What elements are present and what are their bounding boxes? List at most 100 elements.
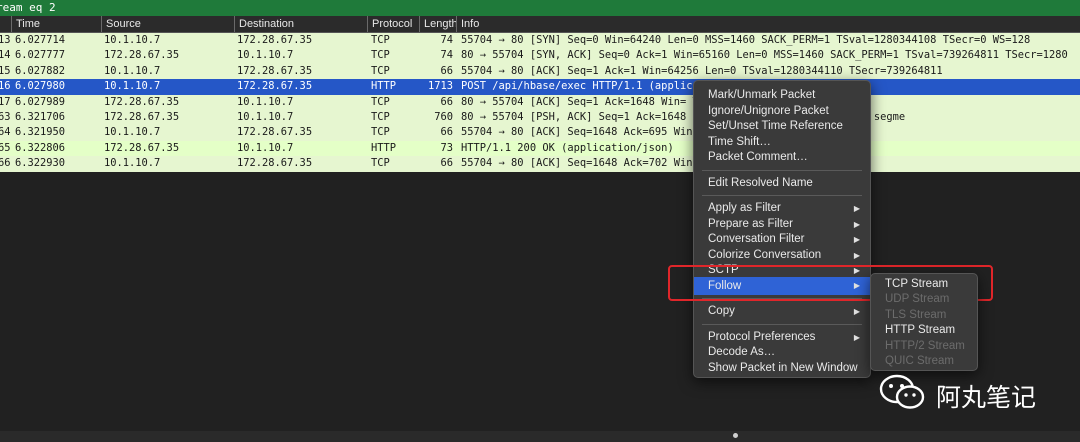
cell-time: 6.027980 [15, 80, 66, 93]
menu-item-label: Colorize Conversation [708, 248, 822, 261]
cell-source: 10.1.10.7 [104, 80, 161, 93]
menu-item-label: SCTP [708, 264, 739, 276]
menu-separator [702, 298, 862, 299]
menu-item-mark-unmark-packet[interactable]: Mark/Unmark Packet [694, 88, 870, 103]
packet-row[interactable]: 13 6.027714 10.1.10.7 172.28.67.35 TCP 74 5570… [0, 33, 1080, 49]
cell-protocol: HTTP [371, 80, 397, 93]
menu-item-set-unset-time-reference[interactable]: Set/Unset Time Reference [694, 119, 870, 134]
cell-number: 66 [0, 157, 11, 170]
column-header-length[interactable]: Length [419, 16, 456, 32]
cell-source: 172.28.67.35 [104, 49, 180, 62]
menu-item-label: Copy [708, 305, 735, 317]
cell-source: 172.28.67.35 [104, 141, 180, 154]
cell-destination: 10.1.10.7 [237, 110, 294, 123]
menu-item-label: Show Packet in New Window [708, 361, 858, 374]
menu-item-conversation-filter[interactable]: Conversation Filter ▶ [694, 232, 870, 247]
packet-row[interactable]: 66 6.322930 10.1.10.7 172.28.67.35 TCP 66 5570… [0, 156, 1080, 172]
packet-row[interactable]: 17 6.027989 172.28.67.35 10.1.10.7 TCP 66 80 →… [0, 94, 1080, 110]
cell-time: 6.322806 [15, 141, 66, 154]
submenu-item-http-2-stream[interactable]: HTTP/2 Stream [885, 340, 965, 352]
cell-protocol: TCP [371, 95, 390, 108]
cell-info: 80 → 55704 [SYN, ACK] Seq=0 Ack=1 Win=65… [461, 49, 1068, 62]
cell-destination: 172.28.67.35 [237, 157, 313, 170]
cell-number: 14 [0, 49, 11, 62]
follow-submenu: TCP Stream UDP Stream TLS Stream HTTP Strea… [870, 273, 978, 371]
cell-protocol: TCP [371, 126, 390, 139]
menu-item-label: Follow [708, 280, 742, 292]
cell-time: 6.321950 [15, 126, 66, 139]
cell-time: 6.322930 [15, 157, 66, 170]
submenu-item-http-stream[interactable]: HTTP Stream [885, 324, 955, 336]
cell-number: 16 [0, 80, 11, 93]
watermark: 阿丸笔记 [878, 372, 1036, 412]
cell-time: 6.027882 [15, 64, 66, 77]
packet-row[interactable]: 64 6.321950 10.1.10.7 172.28.67.35 TCP 66 5570… [0, 125, 1080, 141]
menu-item-apply-as-filter[interactable]: Apply as Filter ▶ [694, 201, 870, 216]
menu-item-label: Prepare as Filter [708, 217, 794, 230]
submenu-arrow-icon: ▶ [853, 281, 860, 290]
menu-item-protocol-preferences[interactable]: Protocol Preferences ▶ [694, 330, 870, 345]
submenu-arrow-icon: ▶ [853, 307, 860, 316]
column-header-protocol[interactable]: Protocol [367, 16, 419, 32]
menu-item-sctp[interactable]: SCTP ▶ [694, 263, 870, 278]
cell-time: 6.027777 [15, 49, 66, 62]
horizontal-scrollbar[interactable] [0, 431, 1080, 442]
submenu-item-tls-stream[interactable]: TLS Stream [885, 309, 946, 321]
menu-item-label: Decode As… [708, 346, 776, 358]
menu-item-follow[interactable]: Follow ▶ [694, 277, 870, 295]
cell-number: 65 [0, 141, 11, 154]
packet-row[interactable]: 14 6.027777 172.28.67.35 10.1.10.7 TCP 74 80 →… [0, 48, 1080, 64]
packet-row-selected[interactable]: 16 6.027980 10.1.10.7 172.28.67.35 HTTP 1713 P… [0, 79, 1080, 95]
cell-number: 17 [0, 95, 11, 108]
display-filter-text[interactable]: ream eq 2 [0, 1, 56, 14]
menu-item-show-packet-in-new-window[interactable]: Show Packet in New Window [694, 361, 870, 376]
watermark-text: 阿丸笔记 [936, 383, 1037, 412]
cell-length: 1713 [427, 80, 453, 93]
column-header-info[interactable]: Info [456, 16, 1080, 32]
cell-destination: 172.28.67.35 [237, 64, 313, 77]
cell-source: 10.1.10.7 [104, 157, 161, 170]
packet-row[interactable]: 65 6.322806 172.28.67.35 10.1.10.7 HTTP 73 HTT… [0, 140, 1080, 157]
cell-destination: 10.1.10.7 [237, 49, 294, 62]
menu-separator [702, 169, 862, 171]
menu-item-edit-resolved-name[interactable]: Edit Resolved Name [694, 176, 870, 191]
column-header-time[interactable]: Time [11, 16, 101, 32]
submenu-arrow-icon: ▶ [853, 219, 860, 229]
submenu-item-quic-stream[interactable]: QUIC Stream [885, 355, 954, 367]
display-filter-bar[interactable]: ream eq 2 [0, 0, 1080, 16]
packet-row[interactable]: 63 6.321706 172.28.67.35 10.1.10.7 TCP 760 80 … [0, 109, 1080, 126]
cell-length: 73 [440, 141, 453, 154]
menu-item-time-shift[interactable]: Time Shift… [694, 135, 870, 150]
column-header-source[interactable]: Source [101, 16, 234, 32]
cell-protocol: TCP [371, 110, 390, 123]
packet-row[interactable]: 15 6.027882 10.1.10.7 172.28.67.35 TCP 66 5570… [0, 63, 1080, 80]
cell-protocol: TCP [371, 64, 390, 77]
submenu-item-tcp-stream[interactable]: TCP Stream [885, 278, 948, 290]
cell-protocol: TCP [371, 49, 390, 62]
menu-item-label: Ignore/Unignore Packet [708, 104, 829, 117]
cell-source: 10.1.10.7 [104, 34, 161, 46]
column-header-destination[interactable]: Destination [234, 16, 367, 32]
menu-item-decode-as[interactable]: Decode As… [694, 345, 870, 360]
menu-item-prepare-as-filter[interactable]: Prepare as Filter ▶ [694, 217, 870, 232]
cell-source: 172.28.67.35 [104, 95, 180, 108]
cell-source: 10.1.10.7 [104, 64, 161, 77]
cell-time: 6.027989 [15, 95, 66, 108]
submenu-arrow-icon: ▶ [853, 235, 860, 244]
menu-item-label: Edit Resolved Name [708, 176, 813, 189]
cell-length: 66 [440, 157, 453, 170]
cell-number: 15 [0, 64, 11, 77]
cell-length: 66 [440, 64, 453, 77]
wechat-icon [879, 374, 925, 409]
cell-info: 55704 → 80 [SYN] Seq=0 Win=64240 Len=0 M… [461, 34, 1031, 46]
menu-item-label: Packet Comment… [708, 151, 808, 163]
menu-item-copy[interactable]: Copy ▶ [694, 304, 870, 319]
cell-protocol: TCP [371, 34, 390, 46]
menu-item-ignore-unignore-packet[interactable]: Ignore/Unignore Packet [694, 104, 870, 119]
cell-protocol: TCP [371, 157, 390, 170]
menu-item-packet-comment[interactable]: Packet Comment… [694, 150, 870, 165]
submenu-item-udp-stream[interactable]: UDP Stream [885, 293, 949, 305]
menu-item-colorize-conversation[interactable]: Colorize Conversation ▶ [694, 248, 870, 263]
cell-length: 66 [440, 126, 453, 139]
scroll-indicator[interactable] [733, 433, 738, 438]
